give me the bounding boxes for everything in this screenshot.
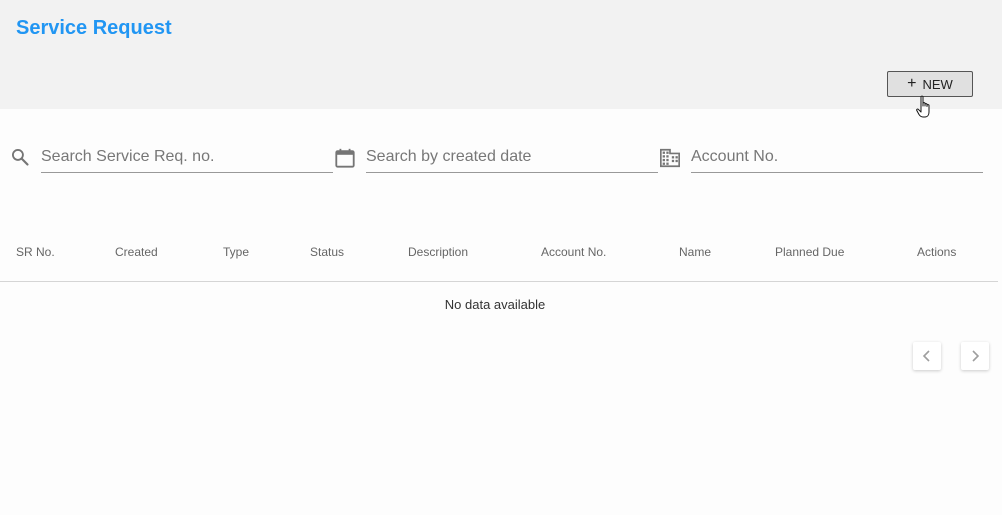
column-header-status[interactable]: Status [310, 245, 344, 259]
column-header-actions: Actions [917, 245, 957, 259]
previous-page-button[interactable] [913, 342, 941, 370]
page-header: Service Request + NEW [0, 0, 1002, 109]
chevron-right-icon [972, 350, 980, 362]
new-button[interactable]: + NEW [887, 71, 973, 97]
account-search-input[interactable] [691, 141, 983, 173]
column-header-description[interactable]: Description [408, 245, 468, 259]
created-date-search-field [334, 141, 658, 174]
search-icon [12, 149, 29, 166]
calendar-icon [335, 148, 355, 168]
column-header-sr-no[interactable]: SR No. [16, 245, 55, 259]
hand-cursor-icon [916, 95, 930, 118]
page-title: Service Request [16, 17, 172, 39]
plus-icon: + [907, 75, 917, 92]
column-header-name[interactable]: Name [679, 245, 711, 259]
column-header-planned-due[interactable]: Planned Due [775, 245, 844, 259]
empty-table-message: No data available [444, 297, 546, 312]
table-header: SR No. Created Type Status Description A… [0, 234, 998, 282]
service-req-search-field [10, 141, 334, 174]
created-date-search-input[interactable] [366, 141, 658, 173]
next-page-button[interactable] [961, 342, 989, 370]
chevron-left-icon [922, 350, 930, 362]
new-button-label: NEW [922, 76, 953, 92]
building-icon [660, 148, 680, 168]
service-req-search-input[interactable] [41, 141, 333, 173]
column-header-created[interactable]: Created [115, 245, 158, 259]
column-header-account-no[interactable]: Account No. [541, 245, 606, 259]
account-search-field [659, 141, 983, 174]
column-header-type[interactable]: Type [223, 245, 249, 259]
